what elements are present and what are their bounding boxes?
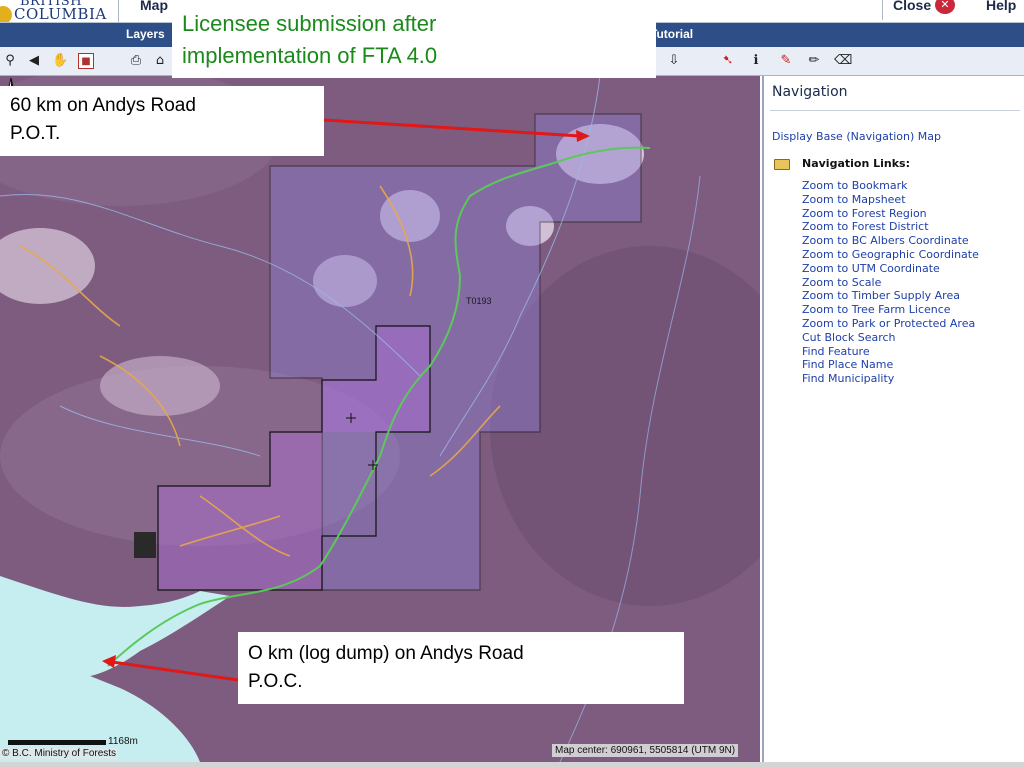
nav-link-find-municipality[interactable]: Find Municipality [802, 372, 1022, 386]
scale-line [8, 740, 106, 745]
menu-item-layers[interactable]: Layers [126, 27, 165, 41]
sun-logo-icon [0, 6, 12, 22]
poc-line2: P.O.C. [248, 671, 303, 692]
poc-line1: O km (log dump) on Andys Road [248, 643, 524, 664]
pot-callout: 60 km on Andys Road P.O.T. [0, 86, 324, 156]
nav-link-zoom-bc-albers[interactable]: Zoom to BC Albers Coordinate [802, 234, 1022, 248]
logo-text-line2: COLUMBIA [14, 5, 107, 22]
nav-link-zoom-forest-region[interactable]: Zoom to Forest Region [802, 207, 1022, 221]
identify-icon[interactable]: ℹ [748, 53, 764, 69]
nav-link-find-feature[interactable]: Find Feature [802, 345, 1022, 359]
select-icon[interactable]: ➷ [720, 53, 736, 69]
save-icon[interactable]: ⌂ [152, 53, 168, 69]
navigation-link-list: Zoom to Bookmark Zoom to Mapsheet Zoom t… [802, 179, 1022, 386]
scale-value: 1168m [108, 736, 138, 747]
draw-icon[interactable]: ✏ [806, 53, 822, 69]
measure-icon[interactable]: ✎ [778, 53, 794, 69]
print-icon[interactable]: ⎙ [128, 53, 144, 69]
pot-line1: 60 km on Andys Road [10, 95, 196, 116]
nav-link-zoom-bookmark[interactable]: Zoom to Bookmark [802, 179, 1022, 193]
nav-link-zoom-geographic[interactable]: Zoom to Geographic Coordinate [802, 248, 1022, 262]
close-icon[interactable]: ✕ [935, 0, 955, 14]
cutblock-label: T0193 [466, 296, 492, 306]
nav-link-zoom-forest-district[interactable]: Zoom to Forest District [802, 220, 1022, 234]
slide-title-line1: Licensee submission after [182, 11, 437, 36]
panel-divider [770, 110, 1020, 111]
window-bottom-strip [0, 762, 1024, 768]
app-title: Map [140, 0, 168, 13]
pan-hand-icon[interactable]: ✋ [52, 53, 68, 69]
zoom-icon[interactable]: ⚲ [2, 53, 18, 69]
nav-link-cut-block-search[interactable]: Cut Block Search [802, 331, 1022, 345]
map-center-readout: Map center: 690961, 5505814 (UTM 9N) [552, 744, 739, 757]
nav-link-find-place[interactable]: Find Place Name [802, 358, 1022, 372]
slide-title-line2: implementation of FTA 4.0 [182, 43, 438, 68]
nav-link-zoom-timber-supply[interactable]: Zoom to Timber Supply Area [802, 289, 1022, 303]
navigation-links-heading: Navigation Links: [802, 157, 910, 170]
folder-icon [774, 159, 790, 170]
eraser-icon[interactable]: ⌫ [834, 53, 852, 69]
navigation-panel: Navigation Display Base (Navigation) Map… [762, 76, 1024, 762]
map-box-icon[interactable]: ■ [78, 53, 94, 69]
nav-link-zoom-tree-farm[interactable]: Zoom to Tree Farm Licence [802, 303, 1022, 317]
nav-link-zoom-mapsheet[interactable]: Zoom to Mapsheet [802, 193, 1022, 207]
poc-callout: O km (log dump) on Andys Road P.O.C. [238, 632, 684, 704]
nav-link-zoom-park[interactable]: Zoom to Park or Protected Area [802, 317, 1022, 331]
back-icon[interactable]: ◀ [26, 53, 42, 69]
copyright-text: © B.C. Ministry of Forests [0, 748, 119, 759]
nav-link-zoom-scale[interactable]: Zoom to Scale [802, 276, 1022, 290]
scale-bar: 1168m © B.C. Ministry of Forests [0, 736, 200, 762]
close-button[interactable]: Close ✕ [882, 0, 973, 20]
close-label: Close [893, 0, 932, 13]
nav-link-zoom-utm[interactable]: Zoom to UTM Coordinate [802, 262, 1022, 276]
display-base-map-link[interactable]: Display Base (Navigation) Map [772, 130, 941, 143]
download-icon[interactable]: ⇩ [666, 53, 682, 69]
pot-line2: P.O.T. [10, 123, 61, 144]
slide-title-callout: Licensee submission after implementation… [172, 4, 656, 78]
panel-title: Navigation [772, 84, 848, 100]
menu-item-tutorial[interactable]: Tutorial [650, 27, 693, 41]
help-link[interactable]: Help [986, 0, 1016, 13]
bc-logo: BRITISH COLUMBIA [0, 0, 119, 22]
